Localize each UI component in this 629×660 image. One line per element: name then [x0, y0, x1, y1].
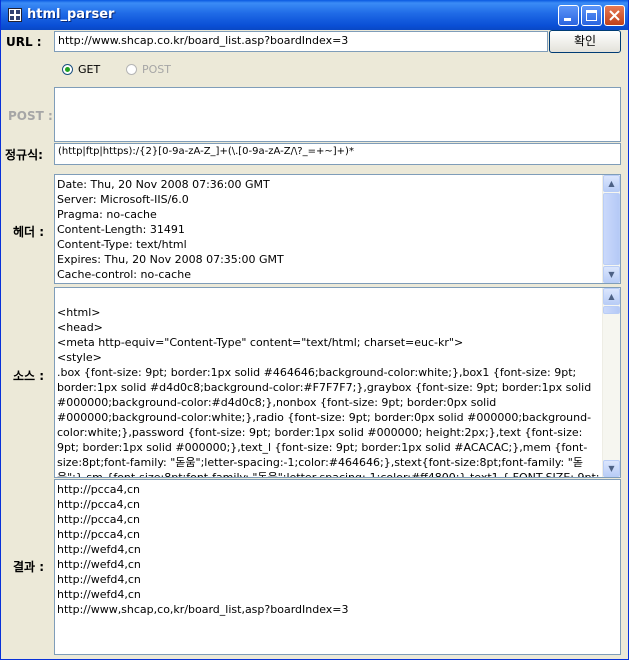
url-label: URL : — [6, 35, 42, 49]
regex-label: 정규식: — [5, 148, 43, 162]
source-scrollbar[interactable]: ▲ ▼ — [602, 288, 620, 477]
source-line — [57, 290, 602, 305]
header-line: Content-Length: 31491 — [57, 223, 185, 236]
app-grid-icon — [8, 8, 22, 22]
source-line: <meta http-equiv="Content-Type" content=… — [57, 336, 464, 349]
regex-input[interactable]: (http|ftp|https):/{2}[0-9a-zA-Z_]+(\.[0-… — [54, 143, 621, 165]
header-line: Server: Microsoft-IIS/6.0 — [57, 193, 189, 206]
source-line: <style> — [57, 351, 102, 364]
result-line: http://wefd4,cn — [57, 573, 141, 586]
post-label: POST : — [8, 109, 53, 123]
source-line: .box {font-size: 9pt; border:1px solid #… — [57, 366, 600, 478]
post-data-input[interactable] — [54, 87, 621, 142]
header-line: Content-Type: text/html — [57, 238, 187, 251]
result-textarea[interactable]: http://pcca4,cn http://pcca4,cn http://p… — [54, 479, 621, 655]
url-input[interactable]: http://www.shcap.co.kr/board_list.asp?bo… — [54, 31, 548, 52]
maximize-icon — [586, 10, 597, 21]
scroll-down-arrow-icon[interactable]: ▼ — [603, 460, 620, 477]
header-line: Expires: Thu, 20 Nov 2008 07:35:00 GMT — [57, 253, 284, 266]
scroll-up-arrow-icon[interactable]: ▲ — [603, 288, 620, 305]
result-line: http://wefd4,cn — [57, 558, 141, 571]
window-title: html_parser — [27, 7, 115, 22]
minimize-icon — [564, 18, 571, 21]
get-radio-label: GET — [78, 63, 101, 76]
result-lines: http://pcca4,cn http://pcca4,cn http://p… — [57, 482, 616, 617]
scroll-up-arrow-icon[interactable]: ▲ — [603, 175, 620, 192]
source-line: <head> — [57, 321, 103, 334]
radio-selected-dot — [65, 67, 70, 72]
result-line: http://wefd4,cn — [57, 588, 141, 601]
source-line: <html> — [57, 306, 101, 319]
scroll-thumb[interactable] — [603, 306, 620, 314]
result-line: http://www,shcap,co,kr/board_list,asp?bo… — [57, 603, 349, 616]
result-line: http://pcca4,cn — [57, 483, 141, 496]
get-radio[interactable] — [62, 64, 73, 75]
title-bar[interactable]: html_parser — [1, 0, 628, 30]
header-lines: Date: Thu, 20 Nov 2008 07:36:00 GMT Serv… — [57, 177, 602, 282]
header-label: 헤더 : — [13, 225, 45, 239]
scroll-thumb[interactable] — [603, 193, 620, 265]
header-line: Date: Thu, 20 Nov 2008 07:36:00 GMT — [57, 178, 270, 191]
result-line: http://pcca4,cn — [57, 513, 141, 526]
result-label: 결과 : — [13, 560, 45, 574]
close-icon — [609, 10, 620, 21]
post-radio-label: POST — [142, 63, 171, 76]
header-line: Cache-control: no-cache — [57, 268, 191, 281]
close-button[interactable] — [604, 5, 625, 26]
header-textarea[interactable]: Date: Thu, 20 Nov 2008 07:36:00 GMT Serv… — [54, 174, 621, 284]
source-lines: <html> <head> <meta http-equiv="Content-… — [57, 290, 602, 478]
result-line: http://wefd4,cn — [57, 543, 141, 556]
header-line: Pragma: no-cache — [57, 208, 157, 221]
confirm-button[interactable]: 확인 — [549, 30, 621, 53]
scroll-down-arrow-icon[interactable]: ▼ — [603, 266, 620, 283]
result-line: http://pcca4,cn — [57, 528, 141, 541]
app-window: html_parser URL : http://www.shcap.co.kr… — [0, 0, 629, 660]
post-radio — [126, 64, 137, 75]
source-label: 소스 : — [13, 369, 45, 383]
result-line: http://pcca4,cn — [57, 498, 141, 511]
header-scrollbar[interactable]: ▲ ▼ — [602, 175, 620, 283]
source-textarea[interactable]: <html> <head> <meta http-equiv="Content-… — [54, 287, 621, 478]
minimize-button[interactable] — [558, 5, 579, 26]
maximize-button[interactable] — [581, 5, 602, 26]
